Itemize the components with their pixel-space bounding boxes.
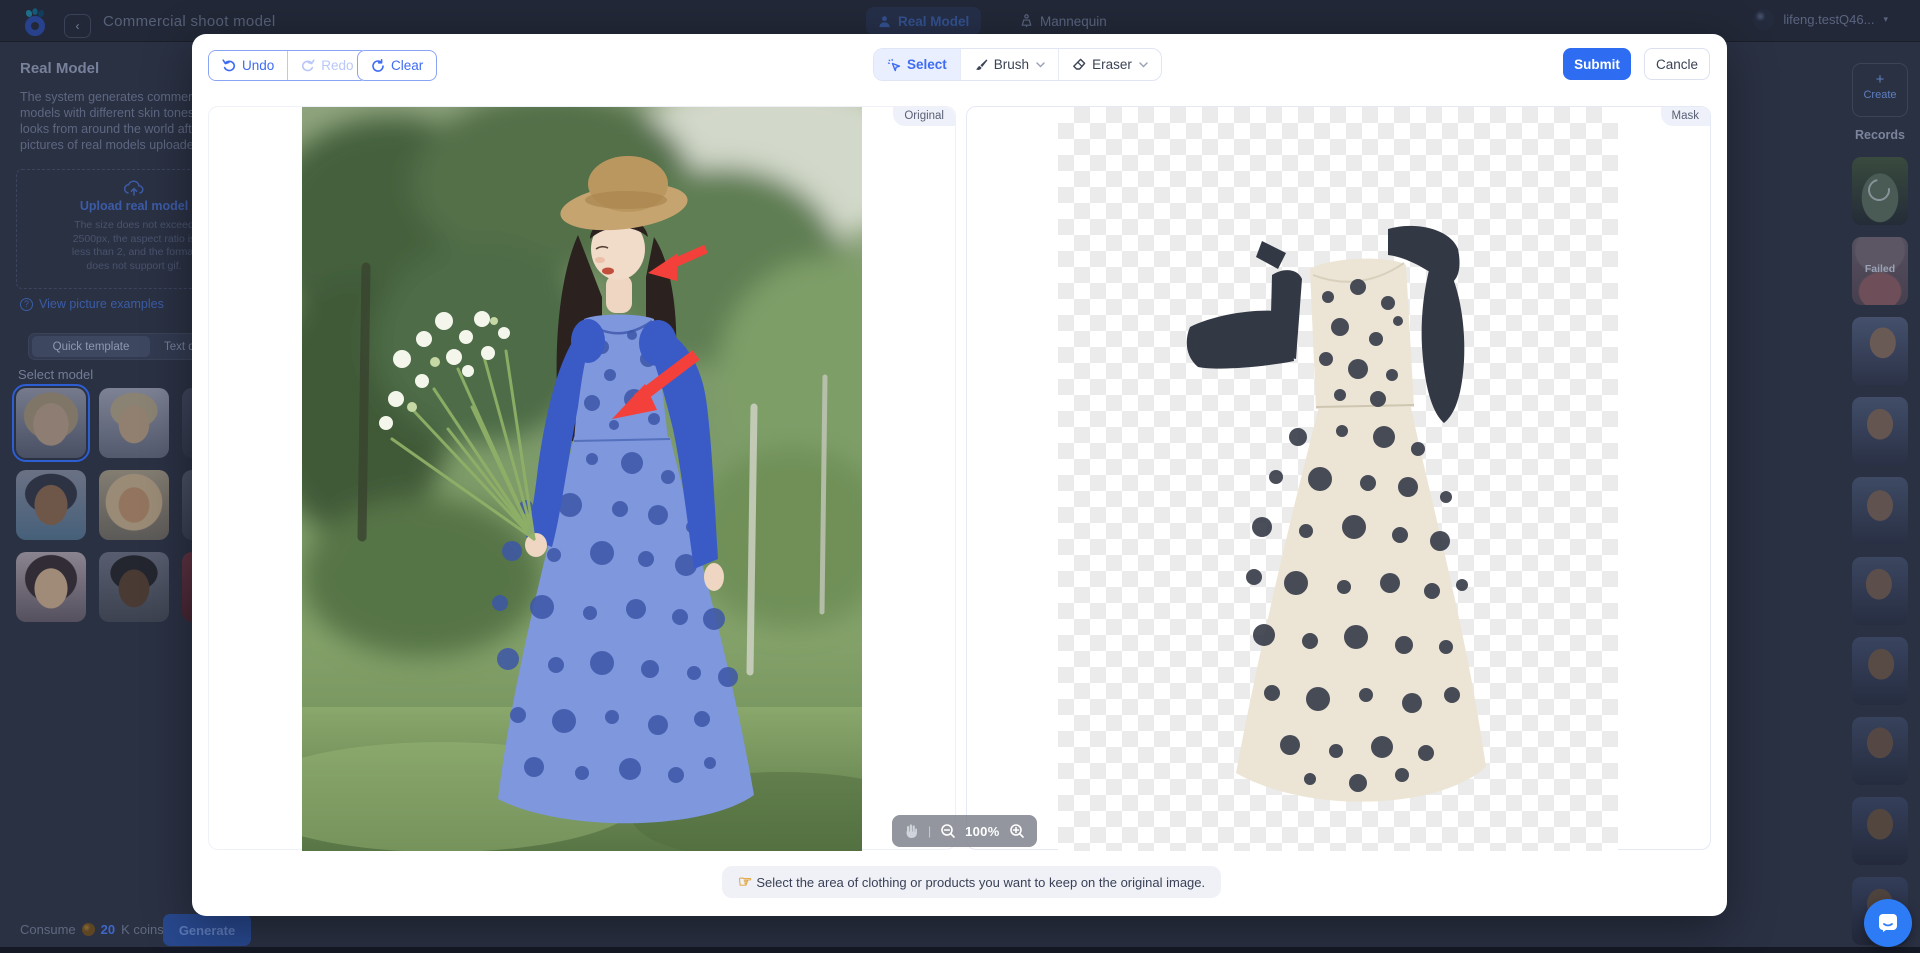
tab-mannequin[interactable]: Mannequin [1008,7,1119,35]
undo-redo-group: Undo Redo [208,50,368,81]
pan-hand-icon[interactable] [904,823,919,839]
original-tag: Original [893,107,955,126]
record-thumb[interactable] [1852,477,1908,545]
record-thumb[interactable] [1852,317,1908,385]
select-tool-button[interactable]: Select [874,49,960,80]
model-thumb-selected[interactable] [16,388,86,458]
mask-editor-dialog: Undo Redo Clear Select Brush Era [192,34,1727,916]
zoom-level: 100% [965,824,999,839]
chevron-down-icon [1036,62,1045,68]
undo-icon [222,59,236,72]
coins-value: 20 [101,922,115,937]
user-menu[interactable]: lifeng.testQ46... ▾ [1753,9,1888,30]
select-model-label: Select model [18,367,93,382]
model-thumb[interactable] [16,470,86,540]
consume-label: Consume [20,922,76,937]
bottom-strip [0,947,1920,953]
clear-label: Clear [391,58,423,73]
sidebar-section-title: Real Model [20,60,99,77]
redo-label: Redo [321,58,353,73]
record-thumb-loading[interactable] [1852,157,1908,225]
model-thumb[interactable] [99,388,169,458]
view-picture-examples-link[interactable]: ? View picture examples [20,297,164,311]
app-root: ‹ Commercial shoot model Real Model Mann… [0,0,1920,953]
back-chevron-icon: ‹ [76,19,80,33]
zoom-in-icon[interactable] [1009,823,1025,839]
cursor-click-icon [887,58,901,72]
undo-label: Undo [242,58,274,73]
tool-segmented-control: Select Brush Eraser [873,48,1162,81]
mask-panel: Mask [966,106,1711,850]
zoom-out-icon[interactable] [940,823,956,839]
canvas-zoom-bar: | 100% [892,815,1037,847]
coins-unit: K coins. [121,922,167,937]
select-label: Select [907,57,947,72]
model-thumb[interactable] [16,552,86,622]
cancel-button[interactable]: Cancle [1644,48,1710,80]
record-thumb[interactable] [1852,397,1908,465]
page-title: Commercial shoot model [103,13,276,30]
create-button[interactable]: + Create [1852,63,1908,117]
records-title: Records [1852,128,1908,142]
tab-real-model[interactable]: Real Model [866,7,981,35]
tab-real-model-label: Real Model [898,14,969,29]
chevron-down-icon [1139,62,1148,68]
generate-button[interactable]: Generate [163,914,251,946]
consume-info: Consume 20 K coins. [20,922,167,937]
chat-widget-button[interactable] [1864,899,1912,947]
plus-icon: + [1853,71,1907,88]
redo-icon [301,59,315,72]
coin-icon [82,923,95,936]
pointing-hand-icon: ☞ [738,872,752,892]
eraser-icon [1072,58,1086,71]
clear-icon [371,59,385,73]
divider: | [928,824,931,838]
record-thumb-failed[interactable]: Failed [1852,237,1908,305]
create-label: Create [1853,89,1907,101]
record-thumb[interactable] [1852,717,1908,785]
model-thumb[interactable] [99,552,169,622]
failed-badge: Failed [1852,263,1908,275]
app-logo-icon[interactable] [22,8,48,36]
original-image-canvas[interactable] [302,107,862,851]
record-thumb[interactable] [1852,637,1908,705]
user-name: lifeng.testQ46... [1783,12,1874,27]
record-thumb[interactable] [1852,557,1908,625]
tab-mannequin-label: Mannequin [1040,14,1107,29]
cloud-upload-icon [122,179,146,197]
question-circle-icon: ? [20,298,33,311]
brush-tool-button[interactable]: Brush [960,49,1058,80]
brush-label: Brush [994,57,1029,72]
chat-bubble-icon [1876,911,1900,935]
mannequin-icon [1020,14,1033,28]
spinner-icon [1864,175,1895,206]
tip-bar: ☞ Select the area of clothing or product… [722,866,1221,898]
mask-image-canvas[interactable] [1058,107,1618,851]
record-thumb[interactable] [1852,797,1908,865]
clear-button[interactable]: Clear [357,50,437,81]
tip-text: Select the area of clothing or products … [756,875,1205,890]
mask-tag: Mask [1661,107,1710,126]
brush-icon [974,58,988,72]
avatar [1753,9,1774,30]
submit-button[interactable]: Submit [1563,48,1631,80]
eraser-tool-button[interactable]: Eraser [1058,49,1161,80]
tab-quick-template[interactable]: Quick template [32,336,150,357]
back-button[interactable]: ‹ [64,14,91,38]
model-thumb[interactable] [99,470,169,540]
undo-button[interactable]: Undo [209,51,287,80]
original-panel: Original [208,106,956,850]
person-icon [878,15,891,28]
redo-button[interactable]: Redo [287,51,366,80]
eraser-label: Eraser [1092,57,1132,72]
examples-link-label: View picture examples [39,297,164,311]
caret-down-icon: ▾ [1883,14,1888,25]
